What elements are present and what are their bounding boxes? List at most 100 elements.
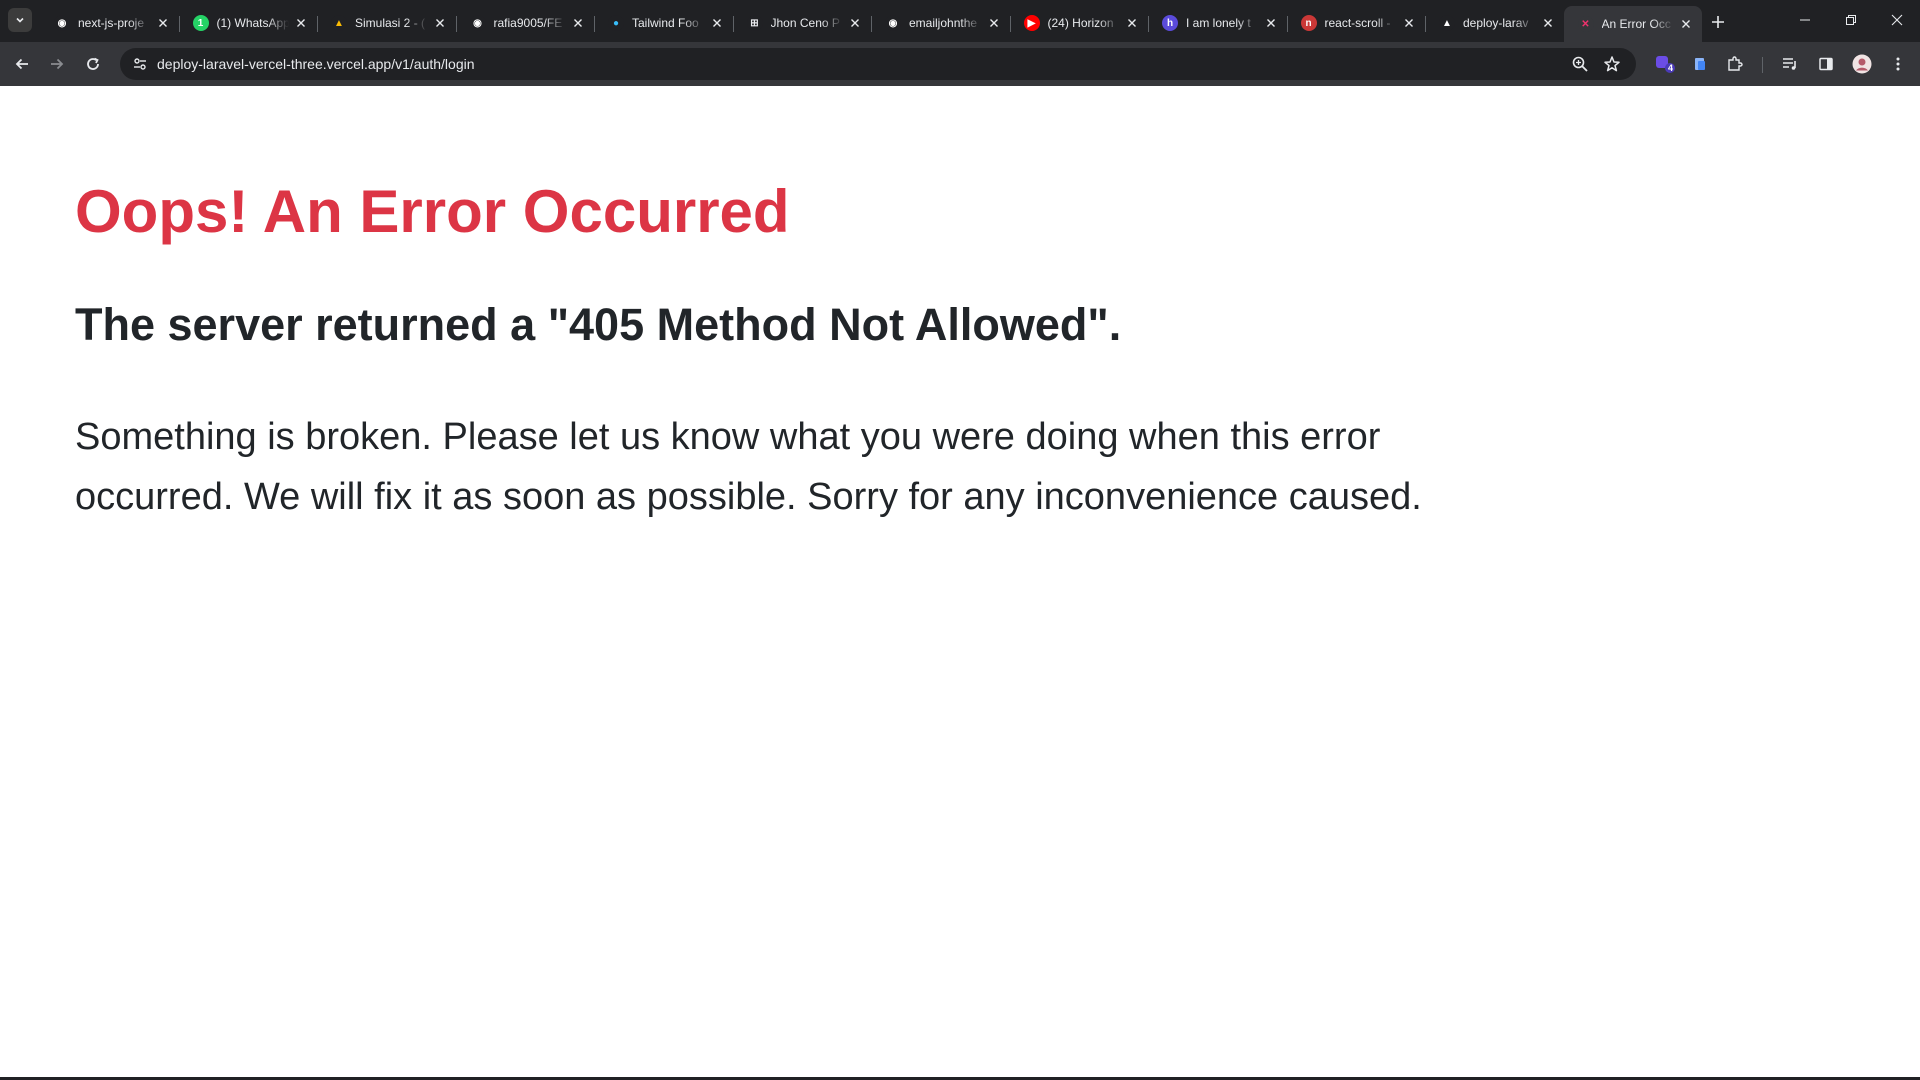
close-icon [712, 19, 721, 27]
arrow-right-icon [51, 58, 64, 70]
back-button[interactable] [8, 50, 36, 78]
extension-badge: 4 [1668, 63, 1674, 73]
tab-title: Jhon Ceno P [770, 16, 840, 30]
tab-close-button[interactable] [155, 15, 171, 31]
extensions-menu-button[interactable] [1721, 50, 1749, 78]
close-icon [1405, 19, 1413, 27]
tab-close-button[interactable] [1401, 15, 1417, 31]
close-icon [297, 19, 305, 27]
tab[interactable]: ◉ emailjohnthe [871, 8, 1010, 38]
media-controls-button[interactable] [1776, 50, 1804, 78]
error-subtitle: The server returned a "405 Method Not Al… [75, 299, 1122, 350]
tab-close-button[interactable] [1124, 15, 1140, 31]
close-icon [435, 19, 444, 27]
site-settings-icon[interactable] [128, 52, 152, 76]
playlist-icon [1783, 58, 1796, 70]
puzzle-icon [1728, 56, 1743, 71]
close-icon [1891, 14, 1903, 26]
tab[interactable]: ▶ (24) Horizon [1009, 8, 1149, 38]
close-window-button[interactable] [1874, 0, 1920, 40]
close-icon [1128, 19, 1136, 27]
tab-close-button[interactable] [1678, 16, 1694, 32]
tab-search-button[interactable] [8, 8, 32, 32]
close-icon [1682, 20, 1690, 28]
reload-icon [87, 57, 99, 70]
tab-close-button[interactable] [709, 15, 725, 31]
tab-title: Tailwind Foo [632, 16, 699, 30]
clipboard-extension-icon [1695, 58, 1705, 70]
bookmark-star-icon[interactable] [1600, 52, 1624, 76]
extension-button-1[interactable]: 4 [1651, 50, 1679, 78]
tab-strip: ◉ next-js-proje 1 (1) WhatsApp ▲ Simulasi 2 -… [0, 0, 1920, 42]
toolbar-divider [1762, 57, 1763, 73]
tab[interactable]: ▲ Simulasi 2 - ( [317, 8, 456, 38]
portfolio-icon: ⊞ [746, 15, 763, 31]
avatar-icon [1852, 54, 1872, 74]
profile-avatar[interactable] [1848, 50, 1876, 78]
tab[interactable]: n react-scroll - [1286, 8, 1426, 38]
close-icon [1543, 19, 1552, 27]
google-drive-icon: ▲ [331, 15, 347, 31]
tab[interactable]: ⊞ Jhon Ceno P [732, 8, 872, 38]
github-icon: ◉ [54, 15, 70, 31]
whatsapp-icon: 1 [192, 15, 209, 31]
minimize-icon [1800, 19, 1810, 21]
tab-title: An Error Occ [1601, 17, 1671, 31]
tab-close-button[interactable] [432, 15, 448, 31]
close-icon [1266, 19, 1275, 27]
github-icon: ◉ [885, 15, 901, 31]
tab-close-button[interactable] [1263, 15, 1279, 31]
new-tab-button[interactable] [1704, 8, 1732, 36]
tailwind-icon: ● [608, 15, 624, 31]
tab-close-button[interactable] [1540, 15, 1556, 31]
bookmark-app-icon: h [1162, 15, 1178, 31]
tab[interactable]: ● Tailwind Foo [594, 8, 733, 38]
address-bar[interactable]: deploy-laravel-vercel-three.vercel.app/v… [120, 48, 1636, 80]
github-icon: ◉ [469, 15, 486, 31]
tab-title: deploy-larav [1463, 16, 1529, 30]
forward-button[interactable] [43, 50, 71, 78]
browser-toolbar: deploy-laravel-vercel-three.vercel.app/v… [0, 42, 1920, 86]
zoom-icon[interactable] [1568, 52, 1592, 76]
tab[interactable]: ◉ next-js-proje [40, 8, 179, 38]
tab-list: ◉ next-js-proje 1 (1) WhatsApp ▲ Simulasi 2 -… [40, 6, 1702, 42]
tab[interactable]: ◉ rafia9005/FE [455, 8, 595, 38]
tab[interactable]: h I am lonely t [1148, 8, 1287, 38]
kebab-menu-icon [1896, 57, 1900, 71]
browser-menu-button[interactable] [1884, 50, 1912, 78]
tab-close-button[interactable] [847, 15, 863, 31]
npm-icon: n [1300, 15, 1317, 31]
tab-close-button[interactable] [570, 15, 586, 31]
error-x-icon: ✕ [1577, 16, 1594, 32]
arrow-left-icon [15, 58, 28, 70]
side-panel-icon [1819, 57, 1833, 71]
close-icon [851, 19, 859, 27]
restore-icon [1846, 15, 1856, 25]
page-content: Oops! An Error Occurred The server retur… [0, 86, 1920, 1076]
tab-active[interactable]: ✕ An Error Occ [1563, 6, 1702, 42]
tab-title: (1) WhatsApp [216, 16, 290, 30]
vercel-icon: ▲ [1439, 15, 1455, 31]
plus-icon [1712, 16, 1724, 28]
chevron-down-icon [16, 17, 24, 23]
youtube-icon: ▶ [1023, 15, 1040, 31]
tab-title: next-js-proje [78, 16, 145, 30]
tab-close-button[interactable] [986, 15, 1002, 31]
error-title: Oops! An Error Occurred [75, 178, 790, 245]
minimize-button[interactable] [1782, 0, 1828, 40]
tab-title: (24) Horizon [1047, 16, 1114, 30]
side-panel-button[interactable] [1812, 50, 1840, 78]
tab-title: Simulasi 2 - ( [355, 16, 426, 30]
reload-button[interactable] [79, 50, 107, 78]
tab[interactable]: 1 (1) WhatsApp [178, 8, 318, 38]
tab-title: emailjohnthe [909, 16, 978, 30]
url-text[interactable]: deploy-laravel-vercel-three.vercel.app/v… [157, 48, 475, 80]
tab-title: I am lonely t [1186, 16, 1251, 30]
extension-button-2[interactable] [1686, 50, 1714, 78]
tab-title: rafia9005/FE [493, 16, 563, 30]
tab[interactable]: ▲ deploy-larav [1425, 8, 1564, 38]
tab-close-button[interactable] [293, 15, 309, 31]
tab-title: react-scroll - [1324, 16, 1391, 30]
restore-button[interactable] [1828, 0, 1874, 40]
close-icon [158, 19, 167, 27]
